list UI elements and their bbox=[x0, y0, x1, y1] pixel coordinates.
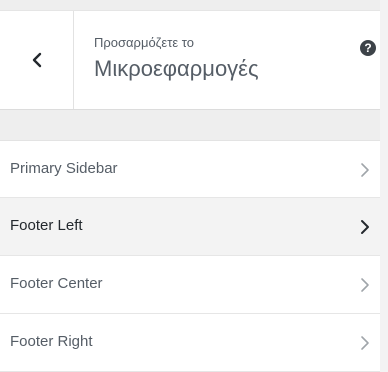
menu-item-footer-center[interactable]: Footer Center bbox=[0, 256, 380, 314]
menu-item-footer-right[interactable]: Footer Right bbox=[0, 314, 380, 372]
chevron-left-icon bbox=[32, 52, 41, 68]
chevron-right-icon bbox=[361, 220, 369, 234]
menu-item-label: Footer Center bbox=[10, 275, 103, 292]
help-icon[interactable]: ? bbox=[360, 40, 376, 56]
header-title: Μικροεφαρμογές bbox=[94, 56, 259, 81]
menu-item-label: Footer Left bbox=[10, 217, 83, 234]
chevron-right-icon bbox=[361, 278, 369, 292]
menu-item-primary-sidebar[interactable]: Primary Sidebar bbox=[0, 140, 380, 198]
header-subtitle: Προσαρμόζετε το bbox=[94, 35, 194, 50]
menu-item-footer-left[interactable]: Footer Left bbox=[0, 198, 380, 256]
customizer-panel: Προσαρμόζετε το Μικροεφαρμογές ? Primary… bbox=[0, 0, 388, 372]
chevron-right-icon bbox=[361, 163, 369, 177]
widget-area-list: Primary Sidebar Footer Left Footer Cente… bbox=[0, 140, 380, 372]
menu-item-label: Footer Right bbox=[10, 333, 93, 350]
menu-item-label: Primary Sidebar bbox=[10, 160, 118, 177]
section-header: Προσαρμόζετε το Μικροεφαρμογές ? bbox=[0, 10, 380, 110]
top-strip bbox=[0, 0, 380, 10]
back-button[interactable] bbox=[0, 11, 74, 109]
section-divider bbox=[0, 110, 380, 140]
header-text: Προσαρμόζετε το Μικροεφαρμογές bbox=[94, 35, 259, 84]
chevron-right-icon bbox=[361, 336, 369, 350]
